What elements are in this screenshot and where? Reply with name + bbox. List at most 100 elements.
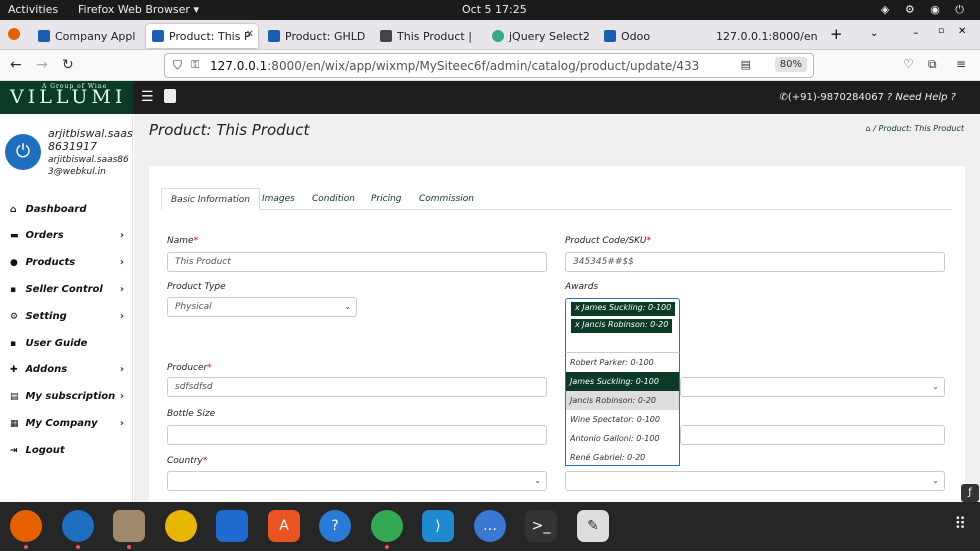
browser-tab[interactable]: 127.0.0.1:8000/en [710,24,822,48]
hamburger-icon[interactable]: ☰ [141,89,154,105]
right-select[interactable]: ⌄ [680,377,945,397]
firefox-icon[interactable] [10,510,42,549]
awards-multiselect[interactable]: x James Suckling: 0-100 x Jancis Robinso… [565,298,680,352]
help-icon[interactable]: ? [319,510,351,542]
system-tray[interactable]: ◈ ⚙ ◉ ⏻ [881,3,970,17]
reader-view-icon[interactable]: ▤ [741,58,751,71]
home-icon[interactable]: ⌂ [866,124,871,133]
software-icon[interactable]: A [268,510,300,542]
clock[interactable]: Oct 5 17:25 [462,3,527,16]
brand-logo[interactable]: A Group of Wine VILLUMI [0,81,133,114]
url-bar[interactable]: ⛉ ⚿ 127.0.0.1:8000/en/wix/app/wixmp/MySi… [164,53,814,78]
terminal-icon[interactable]: >_ [525,510,557,542]
right-input[interactable] [680,425,945,445]
browser-tab[interactable]: This Product | [374,24,484,48]
activities-button[interactable]: Activities [8,3,58,16]
award-chip[interactable]: x James Suckling: 0-100 [571,302,676,316]
phone-contact[interactable]: ✆(+91)-9870284067 [779,92,884,103]
tab-basic-information[interactable]: Basic Information [161,188,260,210]
zoom-level[interactable]: 80% [774,57,807,72]
help-link[interactable]: ? Need Help ? [887,92,956,103]
vscode-icon[interactable]: ⟩ [422,510,454,542]
symfony-icon[interactable]: ƒ [961,484,979,502]
award-option[interactable]: Wine Spectator: 0-100 [566,410,679,429]
browser-tab[interactable]: jQuery Select2 [486,24,596,48]
sidebar-item-my-subscription[interactable]: ▤ My subscription › [10,391,128,402]
firefox-view-icon[interactable] [8,28,20,40]
logout-icon: ⇥ [10,446,18,456]
sidebar-item-label: Orders [25,230,64,241]
shield-icon[interactable]: ⛉ [173,58,182,73]
reload-icon[interactable]: ↻ [62,57,74,73]
browser-tab[interactable]: Company Appl [32,24,142,48]
award-option[interactable]: René Gabriel: 0-20 [566,448,679,467]
chat-icon[interactable]: … [474,510,506,542]
award-option[interactable]: Robert Parker: 0-100 [566,353,679,372]
tab-label: Odoo [621,29,651,43]
dock: A ? ⟩ … >_ ✎ ⠿ [0,502,980,551]
sidebar-item-setting[interactable]: ⚙ Setting › [10,311,128,322]
browser-tab[interactable]: Odoo [598,24,708,48]
browser-nav-bar: ← → ↻ ⛉ ⚿ 127.0.0.1:8000/en/wix/app/wixm… [0,50,980,81]
bottle-size-input[interactable] [167,425,547,445]
writer-icon[interactable] [216,510,248,542]
browser-tab-active[interactable]: Product: This P ✕ [146,24,258,48]
avatar[interactable]: ⏻ [5,134,41,170]
sku-input[interactable]: 345345##$$ [565,252,945,272]
country-select[interactable]: ⌄ [167,471,547,491]
tab-pricing[interactable]: Pricing [362,188,411,210]
tab-condition[interactable]: Condition [303,188,364,210]
tab-images[interactable]: Images [253,188,304,210]
system-top-bar: Activities Firefox Web Browser ▾ Oct 5 1… [0,0,980,20]
award-option[interactable]: Jancis Robinson: 0-20 [566,391,679,410]
sidebar-item-addons[interactable]: ✚ Addons › [10,364,128,375]
sidebar-item-my-company[interactable]: ▦ My Company › [10,418,128,429]
tab-label: Company Appl [55,29,136,43]
guide-icon: ▪ [10,339,17,349]
name-input[interactable]: This Product [167,252,547,272]
app-menu[interactable]: Firefox Web Browser ▾ [78,3,199,16]
window-close-icon[interactable]: ✕ [958,26,966,37]
tab-commission[interactable]: Commission [410,188,483,210]
files-icon[interactable] [113,510,145,549]
restore-icon[interactable]: ▫ [938,26,944,36]
sidebar-item-orders[interactable]: ▬ Orders › [10,230,128,241]
lock-icon[interactable]: ⚿ [191,58,199,72]
label-text: Product Code/SKU [565,236,647,246]
menu-icon[interactable]: ≡ [956,57,966,71]
wix-icon[interactable] [164,89,176,103]
minimize-icon[interactable]: – [913,26,919,39]
main-content: Product: This Product ⌂ / Product: This … [134,114,980,502]
running-indicator [127,545,131,549]
producer-input[interactable]: sdfsdfsd [167,377,547,397]
forward-icon[interactable]: → [36,57,48,73]
extensions-icon[interactable]: ⧉ [928,57,937,72]
awards-dropdown: Robert Parker: 0-100 James Suckling: 0-1… [565,352,680,466]
close-icon[interactable]: ✕ [246,29,254,40]
sidebar-item-seller-control[interactable]: ▪ Seller Control › [10,284,128,295]
sidebar-item-dashboard[interactable]: ⌂ Dashboard [10,204,128,215]
new-tab-icon[interactable]: + [830,25,843,43]
browser-tab[interactable]: Product: GHLD [262,24,372,48]
show-apps-icon[interactable]: ⠿ [954,514,966,533]
back-icon[interactable]: ← [10,57,22,73]
region-select[interactable]: ⌄ [565,471,945,491]
tab-favicon-icon [380,30,392,42]
sidebar-item-products[interactable]: ● Products › [10,257,128,268]
tab-list-icon[interactable]: ⌄ [870,28,878,39]
pocket-icon[interactable]: ♡ [903,57,914,71]
company-icon: ▦ [10,419,19,429]
product-type-select[interactable]: Physical ⌄ [167,297,357,317]
award-chip[interactable]: x Jancis Robinson: 0-20 [571,319,673,333]
award-option[interactable]: James Suckling: 0-100 [566,372,679,391]
sidebar-item-label: My Company [25,418,98,429]
app-header: A Group of Wine VILLUMI ☰ ✆(+91)-98702840… [0,81,980,114]
text-editor-icon[interactable]: ✎ [577,510,609,542]
rhythmbox-icon[interactable] [165,510,197,542]
chrome-icon[interactable] [371,510,403,549]
sidebar-item-logout[interactable]: ⇥ Logout [10,445,128,456]
thunderbird-icon[interactable] [62,510,94,549]
award-option[interactable]: Antonio Galloni: 0-100 [566,429,679,448]
sidebar-item-user-guide[interactable]: ▪ User Guide [10,338,128,349]
chevron-down-icon: ⌄ [344,302,351,311]
